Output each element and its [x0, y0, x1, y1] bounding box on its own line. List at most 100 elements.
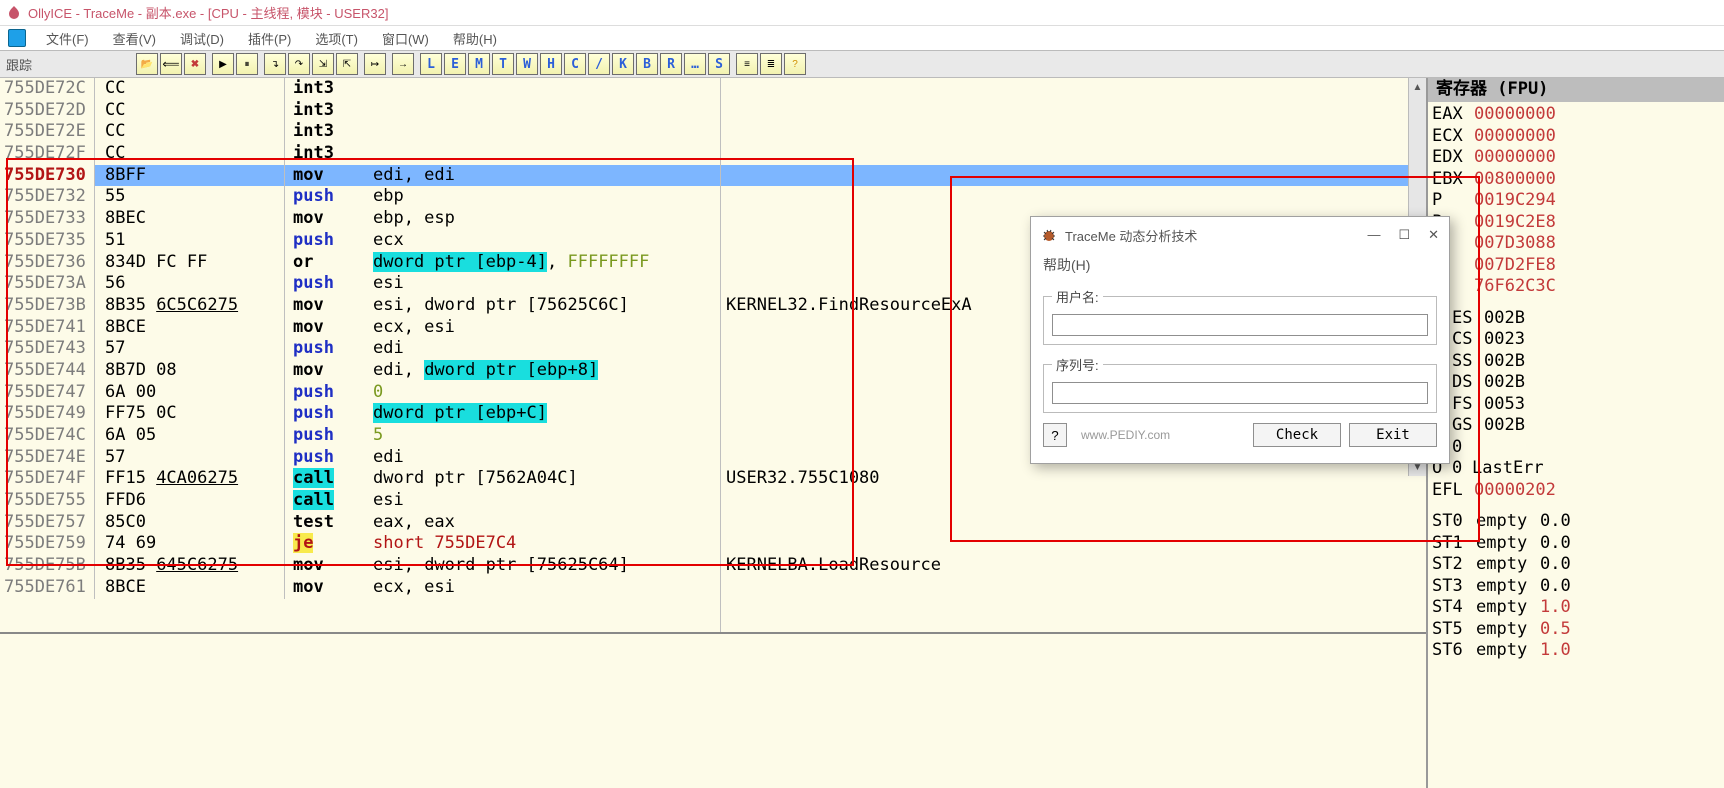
- dump-pane[interactable]: [0, 632, 1426, 788]
- tb-letter-E[interactable]: E: [444, 53, 466, 75]
- maximize-icon[interactable]: ☐: [1398, 227, 1410, 243]
- tb-letter-K[interactable]: K: [612, 53, 634, 75]
- fpu-row[interactable]: ST3empty0.0: [1432, 576, 1720, 598]
- register-row[interactable]: EDX00000000: [1432, 147, 1720, 169]
- minimize-icon[interactable]: —: [1367, 227, 1380, 243]
- addr-cell: 755DE743: [0, 338, 95, 360]
- disasm-row[interactable]: 755DE755FFD6callesi: [0, 490, 1426, 512]
- segment-row[interactable]: 0FS0053: [1432, 394, 1720, 416]
- segment-row[interactable]: 0GS002B: [1432, 415, 1720, 437]
- registers-pane[interactable]: 寄存器 (FPU) EAX00000000ECX00000000EDX00000…: [1428, 78, 1724, 788]
- flag-row[interactable]: D0: [1432, 437, 1720, 459]
- open-button[interactable]: 📂: [136, 53, 158, 75]
- exec-till-return-button[interactable]: ↦: [364, 53, 386, 75]
- disasm-row[interactable]: 755DE75974 69jeshort 755DE7C4: [0, 533, 1426, 555]
- scroll-up-icon[interactable]: ▲: [1409, 78, 1426, 96]
- trace-over-button[interactable]: ⇱: [336, 53, 358, 75]
- comment-cell: [718, 512, 1426, 534]
- trace-into-button[interactable]: ⇲: [312, 53, 334, 75]
- register-row[interactable]: P0019C294: [1432, 190, 1720, 212]
- register-row[interactable]: P0019C2E8: [1432, 212, 1720, 234]
- disasm-row[interactable]: 755DE75785C0testeax, eax: [0, 512, 1426, 534]
- settings1-button[interactable]: ≡: [736, 53, 758, 75]
- tb-letter-H[interactable]: H: [540, 53, 562, 75]
- pediy-link[interactable]: www.PEDIY.com: [1081, 428, 1170, 442]
- register-row[interactable]: EBX00800000: [1432, 169, 1720, 191]
- disasm-row[interactable]: 755DE75B8B35 645C6275movesi, dword ptr […: [0, 555, 1426, 577]
- menu-debug[interactable]: 调试(D): [170, 27, 234, 50]
- dialog-help-menu[interactable]: 帮助(H): [1031, 253, 1449, 283]
- addr-cell: 755DE741: [0, 317, 95, 339]
- segment-row[interactable]: 1CS0023: [1432, 329, 1720, 351]
- disasm-row[interactable]: 755DE7308BFFmovedi, edi: [0, 165, 1426, 187]
- addr-cell: 755DE72F: [0, 143, 95, 165]
- segment-row[interactable]: 0DS002B: [1432, 372, 1720, 394]
- fpu-row[interactable]: ST6empty1.0: [1432, 640, 1720, 662]
- restore-icon[interactable]: [8, 29, 26, 47]
- bytes-cell: 55: [95, 186, 285, 208]
- tb-letter-M[interactable]: M: [468, 53, 490, 75]
- goto-button[interactable]: →: [392, 53, 414, 75]
- disasm-row[interactable]: 755DE74FFF15 4CA06275calldword ptr [7562…: [0, 468, 1426, 490]
- step-over-button[interactable]: ↷: [288, 53, 310, 75]
- username-input[interactable]: [1052, 314, 1428, 336]
- register-row[interactable]: EAX00000000: [1432, 104, 1720, 126]
- disasm-row[interactable]: 755DE73255pushebp: [0, 186, 1426, 208]
- menu-view[interactable]: 查看(V): [103, 27, 166, 50]
- serial-input[interactable]: [1052, 382, 1428, 404]
- restart-button[interactable]: ⟸: [160, 53, 182, 75]
- menu-file[interactable]: 文件(F): [36, 27, 99, 50]
- tb-letter-…[interactable]: …: [684, 53, 706, 75]
- tb-letter-T[interactable]: T: [492, 53, 514, 75]
- exit-button[interactable]: Exit: [1349, 423, 1437, 447]
- settings2-button[interactable]: ≣: [760, 53, 782, 75]
- close-button[interactable]: ✖: [184, 53, 206, 75]
- tb-letter-L[interactable]: L: [420, 53, 442, 75]
- menu-plugins[interactable]: 插件(P): [238, 27, 301, 50]
- fpu-row[interactable]: ST2empty0.0: [1432, 554, 1720, 576]
- flag-row[interactable]: O0LastErr: [1432, 458, 1720, 480]
- fpu-row[interactable]: ST5empty0.5: [1432, 619, 1720, 641]
- menu-options[interactable]: 选项(T): [305, 27, 368, 50]
- disasm-row[interactable]: 755DE72DCCint3: [0, 100, 1426, 122]
- disasm-row[interactable]: 755DE72FCCint3: [0, 143, 1426, 165]
- tb-letter-W[interactable]: W: [516, 53, 538, 75]
- check-button[interactable]: Check: [1253, 423, 1341, 447]
- disasm-row[interactable]: 755DE72CCCint3: [0, 78, 1426, 100]
- mnemonic-cell: push: [285, 338, 373, 360]
- bytes-cell: 8BFF: [95, 165, 285, 187]
- menu-window[interactable]: 窗口(W): [372, 27, 439, 50]
- tb-letter-/[interactable]: /: [588, 53, 610, 75]
- tb-letter-S[interactable]: S: [708, 53, 730, 75]
- tb-letter-B[interactable]: B: [636, 53, 658, 75]
- close-icon[interactable]: ✕: [1428, 227, 1439, 243]
- register-row[interactable]: I007D3088: [1432, 233, 1720, 255]
- register-row[interactable]: I007D2FE8: [1432, 255, 1720, 277]
- run-button[interactable]: ▶: [212, 53, 234, 75]
- disasm-row[interactable]: 755DE7618BCEmovecx, esi: [0, 577, 1426, 599]
- efl-row[interactable]: EFL00000202: [1432, 480, 1720, 502]
- segment-row[interactable]: 0ES002B: [1432, 308, 1720, 330]
- register-row[interactable]: P76F62C3C: [1432, 276, 1720, 298]
- segment-row[interactable]: 0SS002B: [1432, 351, 1720, 373]
- register-row[interactable]: ECX00000000: [1432, 126, 1720, 148]
- disasm-row[interactable]: 755DE72ECCint3: [0, 121, 1426, 143]
- help-button[interactable]: ?: [784, 53, 806, 75]
- fpu-row[interactable]: ST1empty0.0: [1432, 533, 1720, 555]
- dialog-titlebar[interactable]: TraceMe 动态分析技术 — ☐ ✕: [1031, 217, 1449, 253]
- comment-cell: [718, 143, 1426, 165]
- addr-cell: 755DE747: [0, 382, 95, 404]
- pause-button[interactable]: ⏸: [236, 53, 258, 75]
- step-into-button[interactable]: ↴: [264, 53, 286, 75]
- bytes-cell: 51: [95, 230, 285, 252]
- fpu-row[interactable]: ST4empty1.0: [1432, 597, 1720, 619]
- tb-letter-C[interactable]: C: [564, 53, 586, 75]
- tb-letter-R[interactable]: R: [660, 53, 682, 75]
- addr-cell: 755DE749: [0, 403, 95, 425]
- fpu-row[interactable]: ST0empty0.0: [1432, 511, 1720, 533]
- about-button[interactable]: ?: [1043, 423, 1067, 447]
- menu-help[interactable]: 帮助(H): [443, 27, 507, 50]
- bytes-cell: 74 69: [95, 533, 285, 555]
- operands-cell: edi, dword ptr [ebp+8]: [373, 360, 718, 382]
- operands-cell: ebp: [373, 186, 718, 208]
